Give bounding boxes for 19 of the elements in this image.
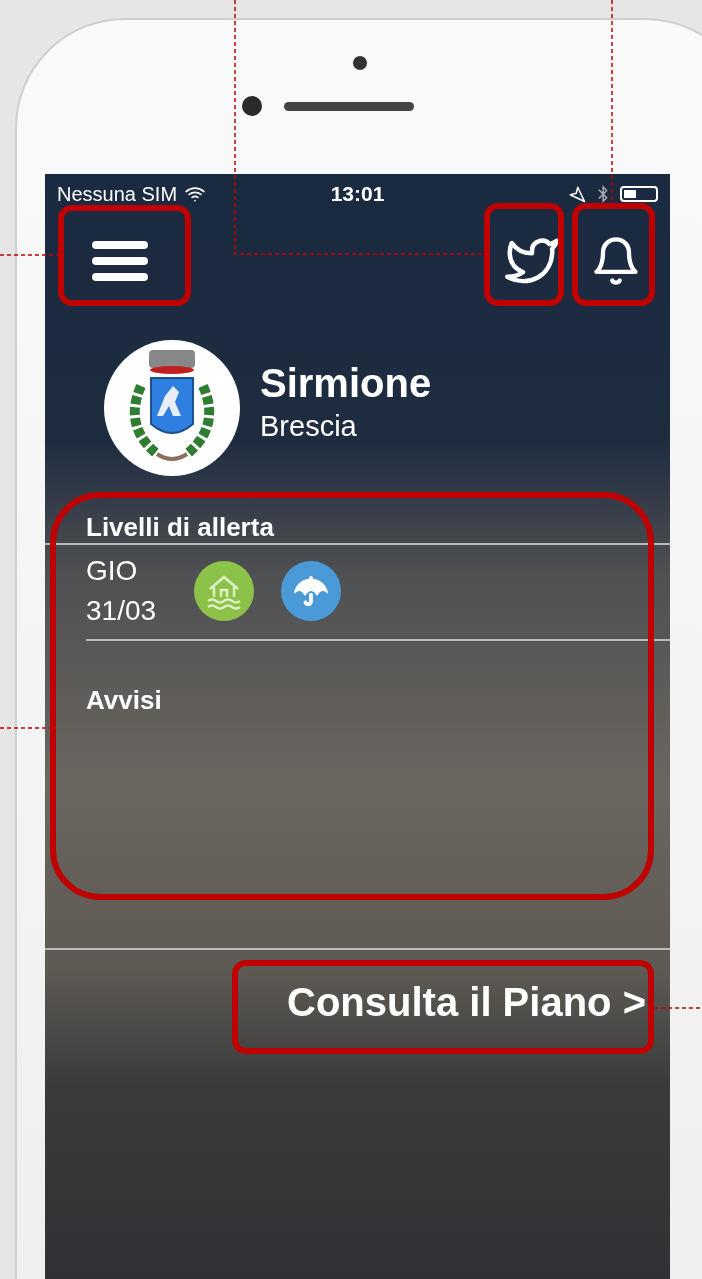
battery-icon: [620, 186, 658, 202]
province-name: Brescia: [260, 410, 358, 443]
clock-time: 13:01: [330, 182, 385, 206]
wifi-icon: [185, 184, 206, 204]
location-arrow-icon: [568, 185, 586, 203]
leader-line: [0, 727, 51, 729]
carrier-label: Nessuna SIM: [57, 182, 178, 206]
camera-lens: [241, 96, 262, 116]
umbrella-icon: [294, 574, 329, 608]
camera-dot: [352, 56, 367, 70]
date-label: 31/03: [86, 594, 157, 628]
menu-icon[interactable]: [92, 240, 148, 281]
plan-link-button[interactable]: Consulta il Piano >: [287, 980, 646, 1025]
day-label: GIO: [86, 554, 139, 588]
leader-line: [653, 1007, 702, 1009]
notices-heading: Avvisi: [85, 685, 163, 716]
town-name: Sirmione: [260, 361, 432, 406]
alert-levels-heading: Livelli di allerta: [85, 512, 275, 543]
leader-line: [0, 254, 59, 256]
